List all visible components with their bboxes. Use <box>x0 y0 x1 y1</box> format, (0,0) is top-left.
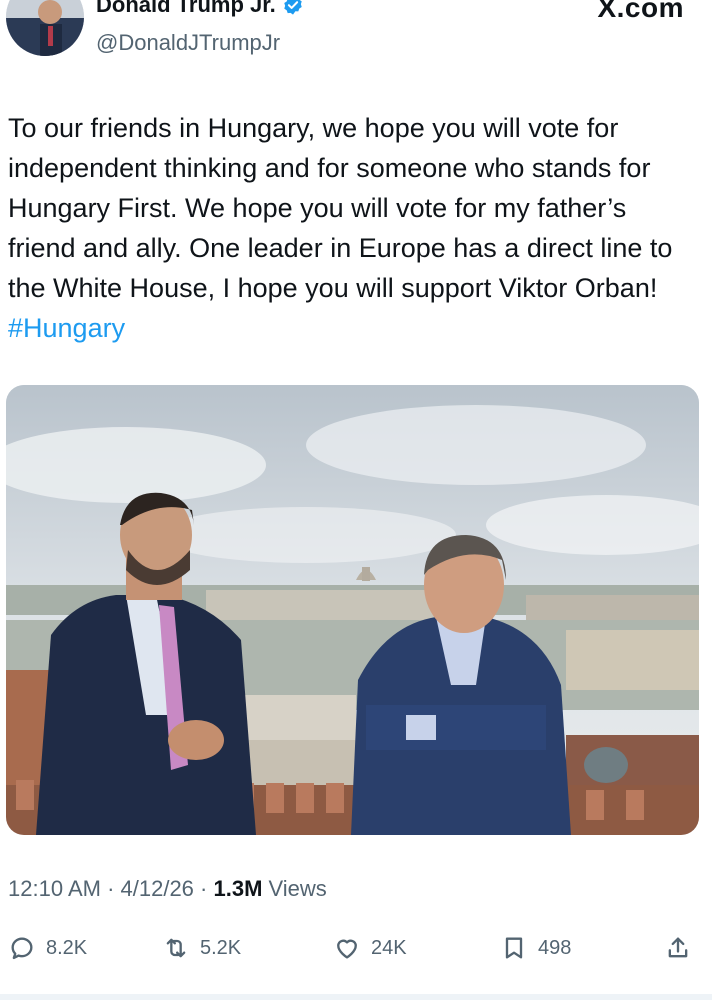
tweet-meta: 12:10 AM · 4/12/26 · 1.3M Views <box>8 876 327 902</box>
tweet-text: To our friends in Hungary, we hope you w… <box>8 108 698 348</box>
reply-icon <box>11 937 33 960</box>
verified-badge-icon <box>283 0 302 15</box>
meta-separator: · <box>100 876 121 901</box>
tweet-date[interactable]: 4/12/26 <box>121 876 194 901</box>
repost-button[interactable]: 5.2K <box>162 928 241 968</box>
share-icon <box>668 937 688 958</box>
tweet-time[interactable]: 12:10 AM <box>8 876 101 901</box>
share-button[interactable] <box>664 928 692 968</box>
like-button[interactable]: 24K <box>333 928 407 968</box>
bottom-divider <box>0 994 712 1000</box>
hashtag-link[interactable]: #Hungary <box>8 313 125 343</box>
display-name[interactable]: Donald Trump Jr. <box>96 0 304 18</box>
source-watermark: X.com <box>597 0 684 23</box>
like-count: 24K <box>371 936 407 959</box>
user-handle[interactable]: @DonaldJTrumpJr <box>96 30 280 56</box>
reply-count: 8.2K <box>46 936 88 959</box>
avatar-image <box>6 0 84 56</box>
views-label: Views <box>262 876 327 901</box>
bookmark-icon <box>505 937 523 959</box>
avatar[interactable] <box>6 0 84 56</box>
repost-count: 5.2K <box>200 936 242 959</box>
tweet-body: To our friends in Hungary, we hope you w… <box>8 113 673 303</box>
heart-icon <box>337 939 357 959</box>
action-bar: 8.2K 5.2K 24K 498 <box>0 928 712 968</box>
meta-separator: · <box>193 876 214 901</box>
tweet-photo[interactable] <box>6 385 699 835</box>
views-count: 1.3M <box>213 876 263 901</box>
bookmark-count: 498 <box>538 936 572 959</box>
photo-image <box>6 385 699 835</box>
repost-icon <box>166 938 186 958</box>
display-name-text: Donald Trump Jr. <box>96 0 276 17</box>
reply-button[interactable]: 8.2K <box>8 928 87 968</box>
bookmark-button[interactable]: 498 <box>500 928 571 968</box>
